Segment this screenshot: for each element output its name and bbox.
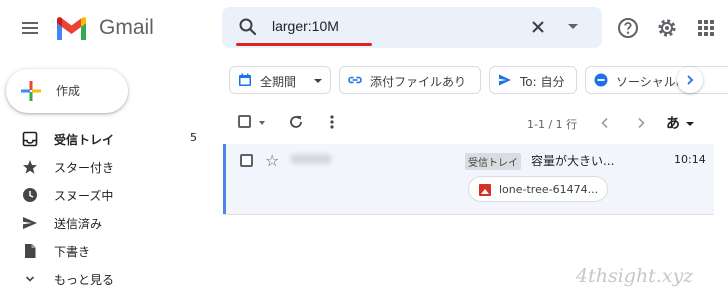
compose-label: 作成 (56, 84, 81, 98)
more-vert-icon[interactable] (326, 114, 338, 130)
inbox-icon (22, 131, 38, 147)
compose-button[interactable]: 作成 (6, 69, 128, 113)
label-chip[interactable]: 受信トレイ (465, 153, 521, 170)
search-icon[interactable] (238, 17, 258, 37)
search-options-caret-icon[interactable] (568, 24, 578, 29)
input-tools-button[interactable]: あ (666, 113, 680, 133)
sidebar-item-label: もっと見る (54, 273, 115, 287)
chip-label: To: 自分 (520, 75, 565, 89)
sidebar-item-sent[interactable]: 送信済み (0, 209, 215, 237)
sidebar-item-label: スヌーズ中 (54, 189, 114, 203)
attachment-chip[interactable]: lone-tree-61474... (468, 176, 608, 202)
filter-chip-social[interactable]: ソーシャルめな (585, 66, 728, 94)
clock-icon (23, 188, 37, 202)
image-file-icon (479, 184, 491, 196)
settings-gear-icon[interactable] (656, 17, 678, 39)
sender-name-blurred (290, 154, 332, 164)
calendar-icon (239, 73, 251, 86)
sidebar-item-drafts[interactable]: 下書き (0, 237, 215, 265)
email-time: 10:14 (674, 153, 706, 166)
filter-chip-to-me[interactable]: To: 自分 (489, 66, 577, 94)
draft-file-icon (25, 244, 36, 258)
watermark: 4thsight.xyz (576, 265, 694, 287)
clear-search-icon[interactable] (528, 17, 548, 37)
main-menu-button[interactable] (22, 22, 38, 34)
pagination-info: 1-1 / 1 行 (527, 118, 578, 131)
search-input[interactable]: larger:10M (272, 18, 339, 34)
sidebar-item-starred[interactable]: スター付き (0, 153, 215, 181)
chip-label: 全期間 (260, 75, 297, 89)
sidebar-item-label: 受信トレイ (54, 133, 115, 147)
social-icon (594, 73, 608, 87)
help-icon[interactable] (617, 17, 639, 39)
star-outline-icon[interactable]: ☆ (265, 151, 279, 170)
search-bar[interactable]: larger:10M (222, 7, 602, 48)
sidebar-item-inbox[interactable]: 受信トレイ 5 (0, 125, 215, 153)
chips-scroll-right-button[interactable] (677, 67, 703, 93)
refresh-icon[interactable] (288, 114, 304, 130)
email-row[interactable]: ☆ 受信トレイ 容量が大きい... 10:14 lone-tree-61474.… (223, 144, 714, 214)
chevron-right-icon (687, 75, 694, 85)
unread-count: 5 (190, 131, 197, 144)
chevron-down-icon (314, 79, 322, 83)
select-options-caret-icon[interactable] (259, 121, 265, 125)
attachment-filename: lone-tree-61474... (499, 183, 599, 196)
sidebar-item-more[interactable]: もっと見る (0, 265, 215, 293)
plus-icon (21, 81, 41, 101)
gmail-logo[interactable] (55, 16, 88, 40)
sidebar-item-label: スター付き (54, 161, 115, 175)
query-underline (236, 43, 372, 46)
row-checkbox[interactable] (240, 154, 253, 167)
email-subject: 容量が大きい... (531, 154, 615, 168)
filter-chip-date[interactable]: 全期間 (229, 66, 331, 94)
send-icon (499, 74, 511, 86)
chevron-left-icon[interactable] (600, 117, 610, 129)
sidebar-item-label: 下書き (54, 245, 91, 259)
input-tools-caret-icon[interactable] (686, 122, 694, 126)
apps-grid-icon[interactable] (695, 17, 717, 39)
link-icon (348, 76, 362, 84)
app-name: Gmail (99, 16, 154, 39)
chip-label: 添付ファイルあり (370, 75, 467, 89)
select-all-checkbox[interactable] (238, 115, 251, 128)
chevron-down-icon (25, 276, 35, 282)
filter-chip-attachment[interactable]: 添付ファイルあり (339, 66, 481, 94)
sidebar-item-snoozed[interactable]: スヌーズ中 (0, 181, 215, 209)
send-icon (23, 217, 37, 229)
star-icon (23, 160, 37, 174)
sidebar-item-label: 送信済み (54, 217, 103, 231)
chevron-right-icon[interactable] (636, 117, 646, 129)
